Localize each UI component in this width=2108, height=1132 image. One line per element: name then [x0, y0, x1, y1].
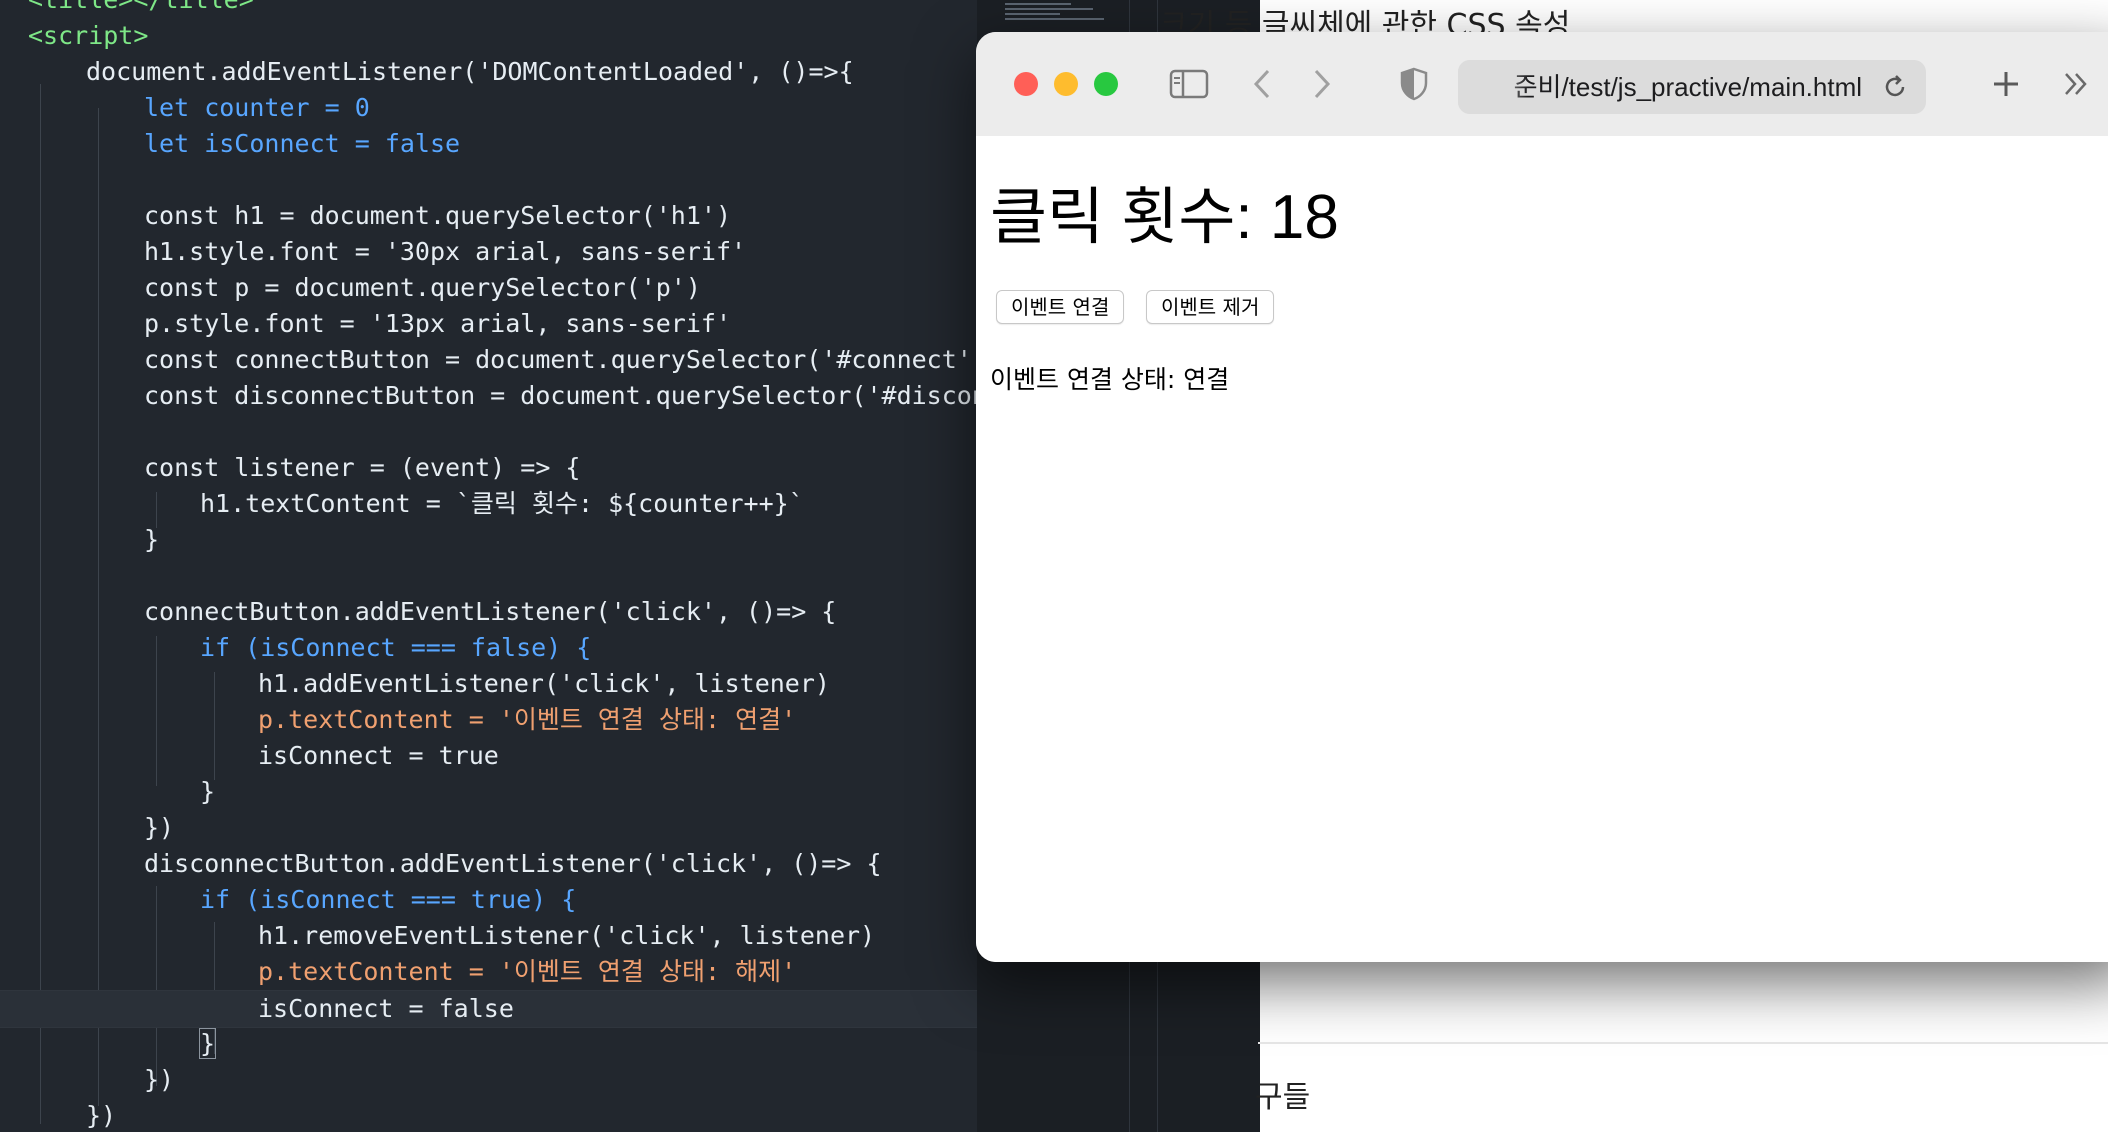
code-text: p.textContent = '이벤트 연결 상태: 해제': [258, 957, 797, 986]
code-text: }): [86, 1101, 117, 1130]
code-text: if (isConnect === true) {: [200, 885, 577, 914]
web-page: 클릭 횟수: 18 이벤트 연결 이벤트 제거 이벤트 연결 상태: 연결: [976, 136, 2108, 962]
browser-toolbar: 준비/test/js_practive/main.html: [976, 32, 2108, 137]
code-text: <script>: [28, 21, 149, 50]
indent-guide: [156, 636, 157, 786]
zoom-window-button[interactable]: [1094, 72, 1118, 96]
minimap[interactable]: [1005, 0, 1115, 34]
code-text: const connectButton = document.querySele…: [144, 345, 977, 374]
code-text: let counter = 0: [144, 93, 370, 122]
code-line: p.textContent = '이벤트 연결 상태: 연결': [258, 702, 796, 738]
click-count-heading[interactable]: 클릭 횟수: 18: [990, 166, 1339, 256]
minimize-window-button[interactable]: [1054, 72, 1078, 96]
browser-window: 준비/test/js_practive/main.html 클릭 횟수: 18 …: [976, 32, 2108, 962]
code-text: if (isConnect === false) {: [200, 633, 592, 662]
code-line: h1.textContent = `클릭 횟수: ${counter++}`: [200, 486, 804, 522]
code-line: const disconnectButton = document.queryS…: [144, 378, 977, 414]
code-line: p.textContent = '이벤트 연결 상태: 해제': [258, 954, 796, 990]
code-line: const connectButton = document.querySele…: [144, 342, 977, 378]
code-text: }): [144, 1065, 175, 1094]
code-text: isConnect = false: [258, 994, 514, 1023]
code-line: }: [200, 774, 215, 810]
code-line: h1.addEventListener('click', listener): [258, 666, 830, 702]
code-line: isConnect = true: [258, 738, 499, 774]
reload-icon[interactable]: [1878, 70, 1912, 104]
code-editor[interactable]: <title></title> <script> document.addEve…: [0, 0, 977, 1132]
code-line: }: [198, 1026, 217, 1062]
code-text: <title></title>: [28, 0, 254, 14]
plus-icon[interactable]: [1986, 60, 2026, 108]
code-line: document.addEventListener('DOMContentLoa…: [86, 54, 854, 90]
close-window-button[interactable]: [1014, 72, 1038, 96]
code-text: h1.removeEventListener('click', listener…: [258, 921, 876, 950]
double-chevron-right-icon[interactable]: [2056, 60, 2096, 108]
url-text: 준비/test/js_practive/main.html: [1513, 72, 1862, 102]
code-text: }: [198, 1028, 217, 1059]
code-line: }: [144, 522, 159, 558]
code-text: const disconnectButton = document.queryS…: [144, 381, 977, 410]
code-text: disconnectButton.addEventListener('click…: [144, 849, 882, 878]
code-line: p.style.font = '13px arial, sans-serif': [144, 306, 731, 342]
code-text: document.addEventListener('DOMContentLoa…: [86, 57, 854, 86]
code-line: }): [144, 810, 174, 846]
code-line: const listener = (event) => {: [144, 450, 581, 486]
code-line: h1.removeEventListener('click', listener…: [258, 918, 875, 954]
code-text: isConnect = true: [258, 741, 499, 770]
chevron-right-icon[interactable]: [1306, 60, 1338, 108]
code-line: if (isConnect === false) {: [200, 630, 591, 666]
code-line: const p = document.querySelector('p'): [144, 270, 701, 306]
code-line: let isConnect = false: [144, 126, 460, 162]
connection-status-text: 이벤트 연결 상태: 연결: [990, 365, 1230, 394]
code-text: p.style.font = '13px arial, sans-serif': [144, 309, 731, 338]
address-bar[interactable]: 준비/test/js_practive/main.html: [1458, 60, 1926, 114]
code-text: }): [144, 813, 175, 842]
shield-icon[interactable]: [1396, 60, 1432, 108]
background-text: 구들: [1255, 1080, 1311, 1115]
indent-guide: [214, 672, 215, 780]
code-line: disconnectButton.addEventListener('click…: [144, 846, 882, 882]
code-text: h1.addEventListener('click', listener): [258, 669, 830, 698]
code-line: }): [144, 1062, 174, 1098]
code-text: }: [144, 525, 160, 554]
code-text: h1.textContent = `클릭 횟수: ${counter++}`: [200, 489, 804, 518]
code-line: connectButton.addEventListener('click', …: [144, 594, 836, 630]
code-text: const listener = (event) => {: [144, 453, 581, 482]
chevron-left-icon[interactable]: [1246, 60, 1278, 108]
current-line-highlight: isConnect = false: [0, 990, 977, 1028]
url-fade: [1458, 60, 1528, 114]
code-line: }): [86, 1098, 116, 1132]
code-line: let counter = 0: [144, 90, 370, 126]
code-text: p.textContent = '이벤트 연결 상태: 연결': [258, 705, 797, 734]
disconnect-button[interactable]: 이벤트 제거: [1146, 290, 1275, 324]
divider: [1258, 1042, 2108, 1044]
code-line: <title></title>: [28, 0, 254, 18]
code-line: h1.style.font = '30px arial, sans-serif': [144, 234, 746, 270]
code-text: let isConnect = false: [144, 129, 461, 158]
code-text: h1.style.font = '30px arial, sans-serif': [144, 237, 747, 266]
code-text: const h1 = document.querySelector('h1'): [144, 201, 731, 230]
code-text: connectButton.addEventListener('click', …: [144, 597, 837, 626]
code-text: }: [200, 777, 216, 806]
code-line: <script>: [28, 18, 148, 54]
code-text: const p = document.querySelector('p'): [144, 273, 701, 302]
code-line: if (isConnect === true) {: [200, 882, 576, 918]
code-line: const h1 = document.querySelector('h1'): [144, 198, 731, 234]
sidebar-icon[interactable]: [1168, 60, 1210, 108]
indent-guide: [40, 84, 41, 1124]
indent-guide: [98, 108, 99, 1106]
indent-guide: [156, 886, 157, 1086]
connect-button[interactable]: 이벤트 연결: [996, 290, 1125, 324]
